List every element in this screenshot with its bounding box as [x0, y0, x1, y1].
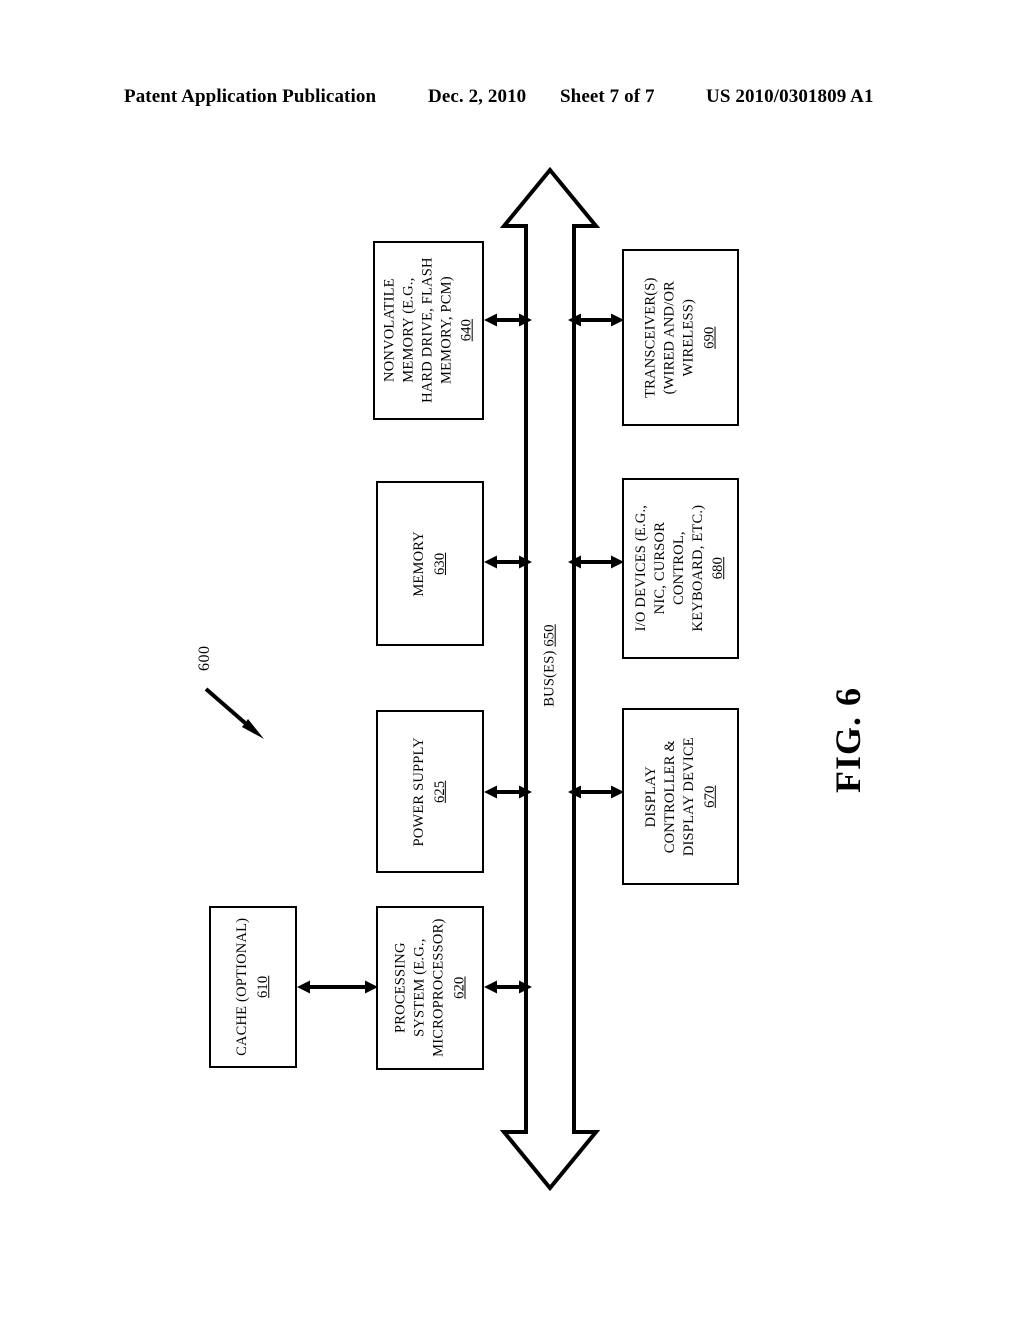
block-memory-reference: 630 — [431, 552, 448, 575]
connector-nonvolatile-memory-to-bus — [484, 311, 532, 329]
block-display-controller-line-0: DISPLAY — [642, 765, 659, 828]
block-nonvolatile-memory-line-2: HARD DRIVE, FLASH — [419, 257, 436, 404]
block-io-devices: I/O DEVICES (E.G., NIC, CURSOR CONTROL, … — [622, 478, 739, 659]
block-nonvolatile-memory-line-0: NONVOLATILE — [381, 278, 398, 383]
block-transceivers-line-2: WIRELESS) — [680, 298, 697, 377]
block-cache: CACHE (OPTIONAL) 610 — [209, 906, 297, 1068]
block-power-supply: POWER SUPPLY 625 — [376, 710, 484, 873]
block-memory: MEMORY 630 — [376, 481, 484, 646]
connector-power-supply-to-bus — [484, 783, 532, 801]
system-reference-numeral-text: 600 — [196, 645, 213, 672]
block-io-devices-line-2: CONTROL, — [671, 531, 688, 606]
figure-6-block-diagram: BUS(ES) 650 NONVOLATILE MEMORY (E.G., HA… — [0, 0, 1024, 1320]
block-nonvolatile-memory-line-1: MEMORY (E.G., — [400, 277, 417, 384]
connector-bus-to-transceivers — [568, 311, 624, 329]
figure-caption: FIG. 6 — [788, 640, 908, 840]
system-reference-numeral-600: 600 — [196, 646, 286, 755]
block-processing-system: PROCESSING SYSTEM (E.G., MICROPROCESSOR)… — [376, 906, 484, 1070]
block-cache-reference: 610 — [255, 975, 271, 999]
connector-bus-to-display-controller — [568, 783, 624, 801]
block-display-controller-line-2: DISPLAY DEVICE — [680, 737, 697, 856]
block-display-controller-reference: 670 — [701, 785, 718, 808]
connector-cache-to-processing-system — [297, 978, 378, 996]
block-processing-system-reference: 620 — [450, 976, 467, 1000]
leader-arrow-icon — [204, 687, 264, 739]
block-transceivers-line-0: TRANSCEIVER(S) — [642, 277, 659, 398]
connector-memory-to-bus — [484, 553, 532, 571]
figure-caption-text: FIG. 6 — [827, 686, 868, 794]
block-io-devices-line-1: NIC, CURSOR — [652, 522, 669, 615]
block-processing-system-line-2: MICROPROCESSOR) — [430, 918, 446, 1058]
block-cache-line-0: CACHE (OPTIONAL) — [234, 917, 251, 1057]
connector-processing-system-to-bus — [484, 978, 532, 996]
block-display-controller: DISPLAY CONTROLLER & DISPLAY DEVICE 670 — [622, 708, 739, 885]
block-processing-system-line-0: PROCESSING — [392, 942, 409, 1034]
block-nonvolatile-memory-reference: 640 — [458, 319, 475, 342]
block-transceivers-line-1: (WIRED AND/OR — [661, 280, 678, 395]
block-nonvolatile-memory: NONVOLATILE MEMORY (E.G., HARD DRIVE, FL… — [373, 241, 484, 420]
block-display-controller-line-1: CONTROLLER & — [661, 739, 678, 854]
block-processing-system-line-1: SYSTEM (E.G., — [411, 938, 428, 1038]
block-memory-line-0: MEMORY — [411, 530, 428, 597]
block-power-supply-reference: 625 — [432, 780, 449, 803]
block-io-devices-line-0: I/O DEVICES (E.G., — [633, 505, 650, 632]
block-transceivers-reference: 690 — [701, 326, 718, 349]
block-transceivers: TRANSCEIVER(S) (WIRED AND/OR WIRELESS) 6… — [622, 249, 739, 426]
block-nonvolatile-memory-line-3: MEMORY, PCM) — [437, 276, 454, 385]
connector-bus-to-io-devices — [568, 553, 624, 571]
block-power-supply-line-0: POWER SUPPLY — [411, 736, 428, 847]
block-io-devices-line-3: KEYBOARD, ETC.) — [689, 505, 706, 632]
block-io-devices-reference: 680 — [710, 557, 727, 580]
